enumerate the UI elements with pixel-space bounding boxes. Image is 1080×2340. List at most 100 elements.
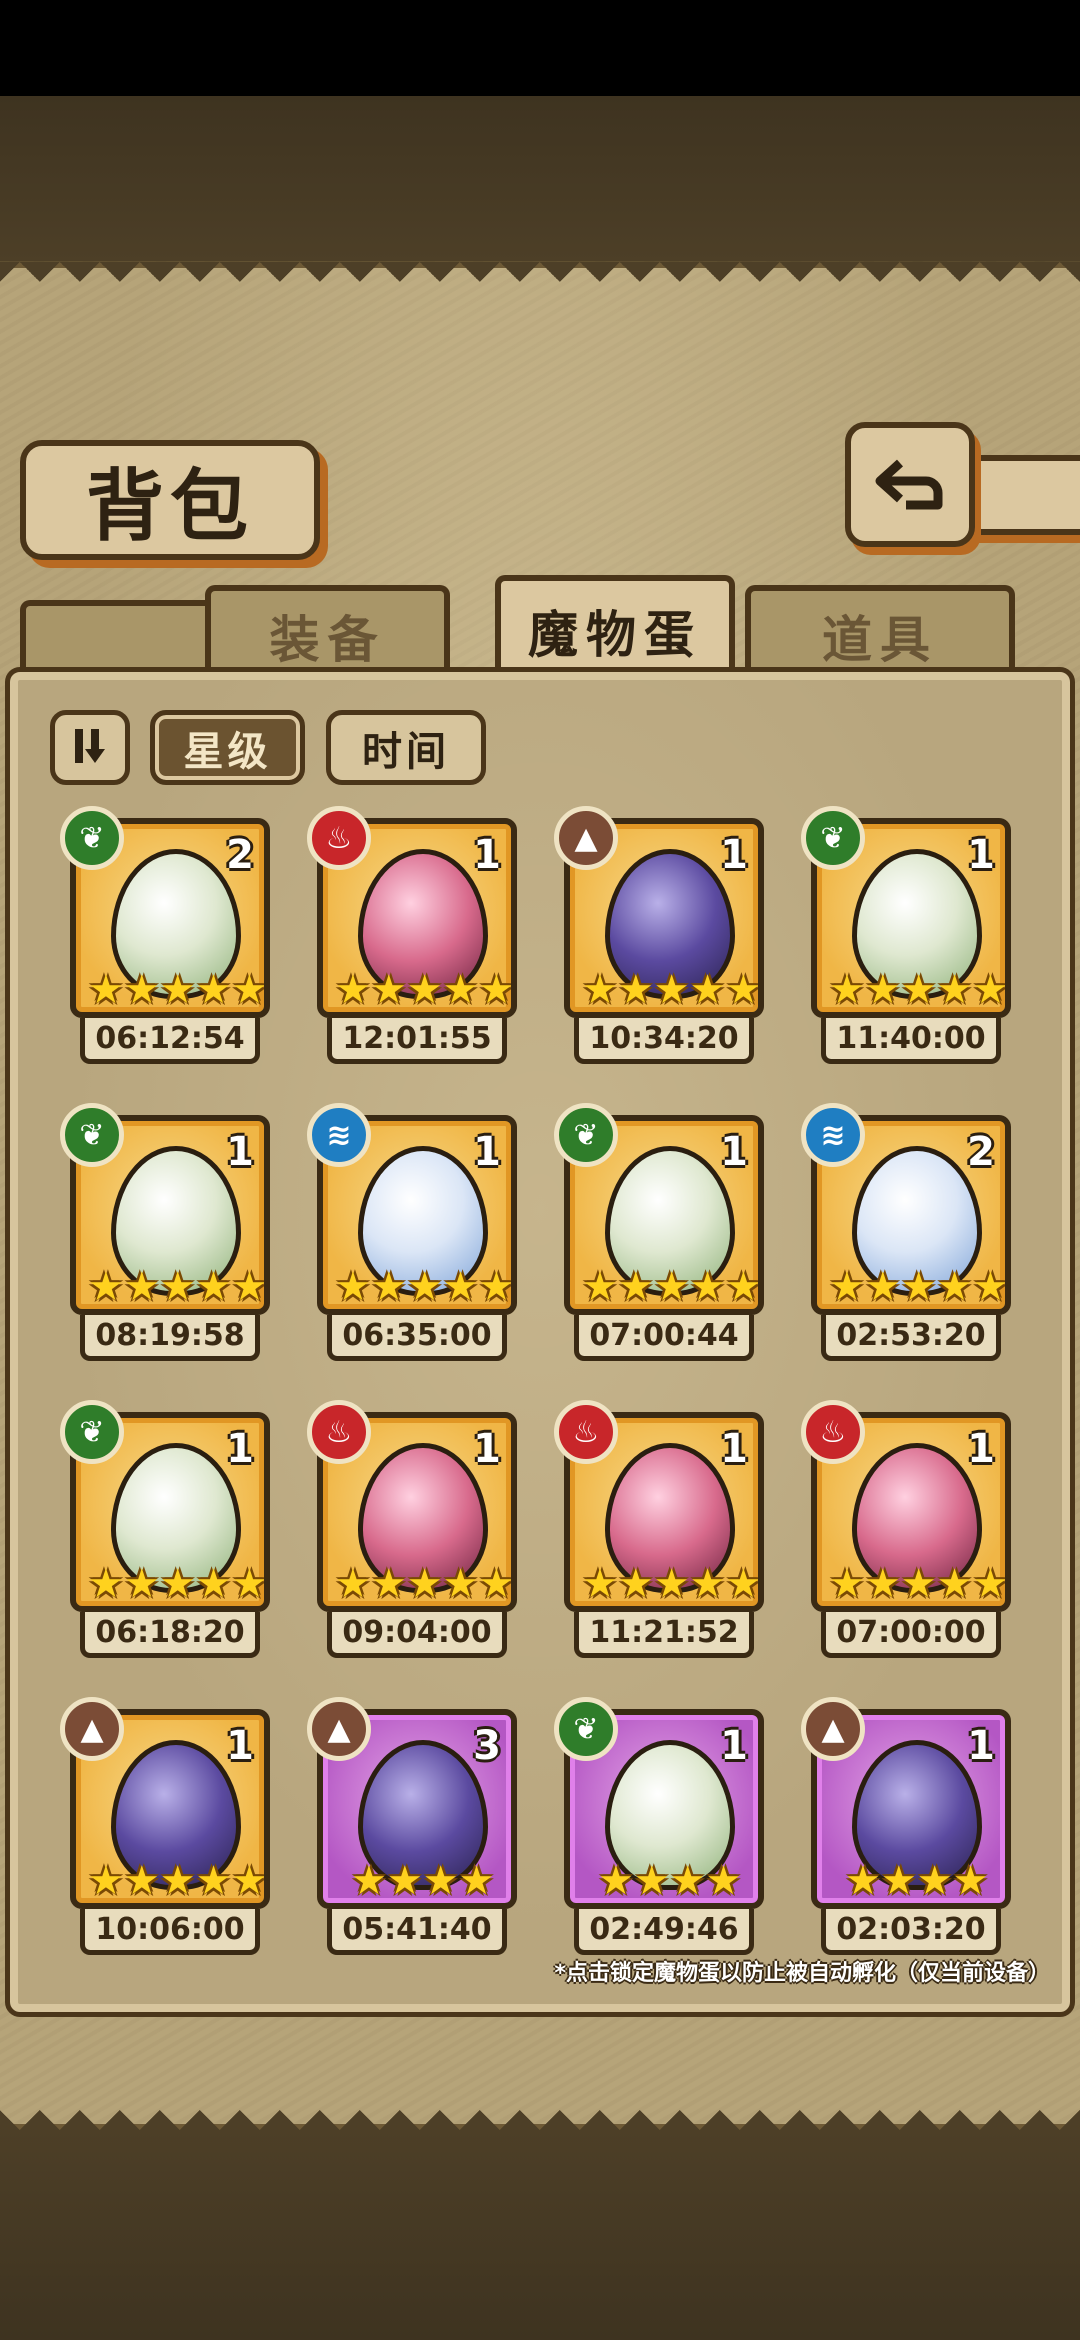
star-icon: ★ bbox=[195, 1858, 232, 1904]
earth-element-icon: ▲ bbox=[801, 1697, 865, 1761]
egg-card[interactable]: 1 ★ ★ ★ ★ ★ ♨ 09:04:00 bbox=[307, 1400, 527, 1662]
fire-element-icon: ♨ bbox=[801, 1400, 865, 1464]
hatch-timer: 07:00:44 bbox=[574, 1315, 754, 1361]
star-icon: ★ bbox=[123, 1264, 160, 1310]
star-icon: ★ bbox=[231, 1561, 268, 1607]
egg-count: 2 bbox=[226, 832, 254, 878]
star-icon: ★ bbox=[442, 1264, 479, 1310]
star-icon: ★ bbox=[442, 967, 479, 1013]
star-icon: ★ bbox=[900, 1561, 937, 1607]
star-icon: ★ bbox=[370, 1264, 407, 1310]
tab-equipment[interactable]: 装备 bbox=[205, 585, 450, 680]
egg-card[interactable]: 1 ★ ★ ★ ★ ★ ♨ 07:00:00 bbox=[801, 1400, 1021, 1662]
lock-hint: *点击锁定魔物蛋以防止被自动孵化（仅当前设备） bbox=[554, 1961, 1050, 1986]
nature-element-icon: ❦ bbox=[801, 806, 865, 870]
hatch-timer: 11:21:52 bbox=[574, 1612, 754, 1658]
egg-count: 1 bbox=[967, 1723, 995, 1769]
page-title: 背包 bbox=[20, 440, 320, 560]
star-icon: ★ bbox=[88, 967, 124, 1013]
zigzag-edge-top bbox=[0, 262, 1080, 302]
star-icon: ★ bbox=[159, 1561, 196, 1607]
star-icon: ★ bbox=[864, 967, 901, 1013]
star-icon: ★ bbox=[351, 1858, 387, 1904]
back-arrow-icon bbox=[870, 443, 950, 527]
star-icon: ★ bbox=[829, 1561, 865, 1607]
star-icon: ★ bbox=[478, 967, 515, 1013]
tab-items[interactable]: 道具 bbox=[745, 585, 1015, 680]
star-icon: ★ bbox=[829, 1264, 865, 1310]
egg-card[interactable]: 1 ★ ★ ★ ★ ★ ♨ 12:01:55 bbox=[307, 806, 527, 1068]
egg-card[interactable]: 2 ★ ★ ★ ★ ★ ❦ 06:12:54 bbox=[60, 806, 280, 1068]
egg-card[interactable]: 1 ★ ★ ★ ★ ★ ❦ 07:00:44 bbox=[554, 1103, 774, 1365]
hatch-timer: 10:06:00 bbox=[80, 1909, 260, 1955]
sort-by-time-button[interactable]: 时间 bbox=[326, 710, 486, 785]
star-icon: ★ bbox=[478, 1561, 515, 1607]
sort-order-button[interactable] bbox=[50, 710, 130, 785]
egg-card[interactable]: 2 ★ ★ ★ ★ ★ ≋ 02:53:20 bbox=[801, 1103, 1021, 1365]
star-rating: ★ ★ ★ ★ ★ bbox=[582, 1564, 758, 1604]
hatch-timer: 06:12:54 bbox=[80, 1018, 260, 1064]
egg-count: 1 bbox=[226, 1129, 254, 1175]
star-icon: ★ bbox=[617, 1264, 654, 1310]
star-rating: ★ ★ ★ ★ ★ bbox=[335, 967, 515, 1013]
back-button[interactable] bbox=[845, 422, 975, 547]
top-band bbox=[0, 96, 1080, 261]
star-icon: ★ bbox=[478, 1264, 515, 1310]
egg-card[interactable]: 1 ★ ★ ★ ★ ★ ▲ 10:34:20 bbox=[554, 806, 774, 1068]
tab-monster-eggs[interactable]: 魔物蛋 bbox=[495, 575, 735, 680]
fire-element-icon: ♨ bbox=[307, 1400, 371, 1464]
star-icon: ★ bbox=[231, 1264, 268, 1310]
star-rating: ★ ★ ★ ★ ★ bbox=[829, 967, 1005, 1013]
egg-card[interactable]: 1 ★ ★ ★ ★ ★ ❦ 11:40:00 bbox=[801, 806, 1021, 1068]
egg-card[interactable]: 1 ★ ★ ★ ★ ★ ≋ 06:35:00 bbox=[307, 1103, 527, 1365]
fire-element-icon: ♨ bbox=[307, 806, 371, 870]
star-icon: ★ bbox=[952, 1858, 989, 1904]
star-icon: ★ bbox=[689, 967, 726, 1013]
star-rating: ★ ★ ★ ★ ★ bbox=[335, 1264, 515, 1310]
egg-card[interactable]: 1 ★ ★ ★ ★ ▲ 02:03:20 bbox=[801, 1697, 1021, 1959]
egg-card[interactable]: 3 ★ ★ ★ ★ ▲ 05:41:40 bbox=[307, 1697, 527, 1959]
star-icon: ★ bbox=[406, 967, 443, 1013]
star-icon: ★ bbox=[936, 1264, 973, 1310]
hatch-timer: 10:34:20 bbox=[574, 1018, 754, 1064]
nature-element-icon: ❦ bbox=[554, 1103, 618, 1167]
egg-card[interactable]: 1 ★ ★ ★ ★ ★ ❦ 08:19:58 bbox=[60, 1103, 280, 1365]
star-icon: ★ bbox=[617, 967, 654, 1013]
egg-card[interactable]: 1 ★ ★ ★ ★ ★ ▲ 10:06:00 bbox=[60, 1697, 280, 1959]
star-icon: ★ bbox=[88, 1858, 124, 1904]
star-icon: ★ bbox=[335, 1561, 371, 1607]
star-icon: ★ bbox=[829, 967, 865, 1013]
egg-count: 1 bbox=[473, 1129, 501, 1175]
egg-card[interactable]: 1 ★ ★ ★ ★ ★ ❦ 06:18:20 bbox=[60, 1400, 280, 1662]
hatch-timer: 11:40:00 bbox=[821, 1018, 1001, 1064]
star-icon: ★ bbox=[123, 1858, 160, 1904]
star-icon: ★ bbox=[936, 1561, 973, 1607]
sort-by-star-button[interactable]: 星级 bbox=[150, 710, 305, 785]
star-rating: ★ ★ ★ ★ ★ bbox=[829, 1561, 1005, 1607]
egg-count: 1 bbox=[473, 832, 501, 878]
star-icon: ★ bbox=[370, 1561, 407, 1607]
egg-card[interactable]: 1 ★ ★ ★ ★ ❦ 02:49:46 bbox=[554, 1697, 774, 1959]
nature-element-icon: ❦ bbox=[554, 1697, 618, 1761]
star-icon: ★ bbox=[864, 1561, 901, 1607]
nature-element-icon: ❦ bbox=[60, 1103, 124, 1167]
egg-count: 1 bbox=[720, 1723, 748, 1769]
star-rating: ★ ★ ★ ★ bbox=[845, 1861, 988, 1901]
nature-element-icon: ❦ bbox=[60, 806, 124, 870]
egg-card[interactable]: 1 ★ ★ ★ ★ ★ ♨ 11:21:52 bbox=[554, 1400, 774, 1662]
fire-element-icon: ♨ bbox=[554, 1400, 618, 1464]
star-icon: ★ bbox=[195, 967, 232, 1013]
star-rating: ★ ★ ★ ★ ★ bbox=[582, 1264, 758, 1310]
star-rating: ★ ★ ★ ★ ★ bbox=[88, 1264, 268, 1310]
star-icon: ★ bbox=[653, 967, 690, 1013]
zigzag-edge-bottom bbox=[0, 2090, 1080, 2130]
hatch-timer: 07:00:00 bbox=[821, 1612, 1001, 1658]
star-icon: ★ bbox=[159, 1858, 196, 1904]
star-icon: ★ bbox=[458, 1858, 495, 1904]
star-icon: ★ bbox=[406, 1561, 443, 1607]
egg-count: 1 bbox=[967, 1426, 995, 1472]
sort-order-icon bbox=[67, 723, 113, 773]
egg-count: 2 bbox=[967, 1129, 995, 1175]
star-icon: ★ bbox=[725, 967, 762, 1013]
star-icon: ★ bbox=[845, 1858, 881, 1904]
